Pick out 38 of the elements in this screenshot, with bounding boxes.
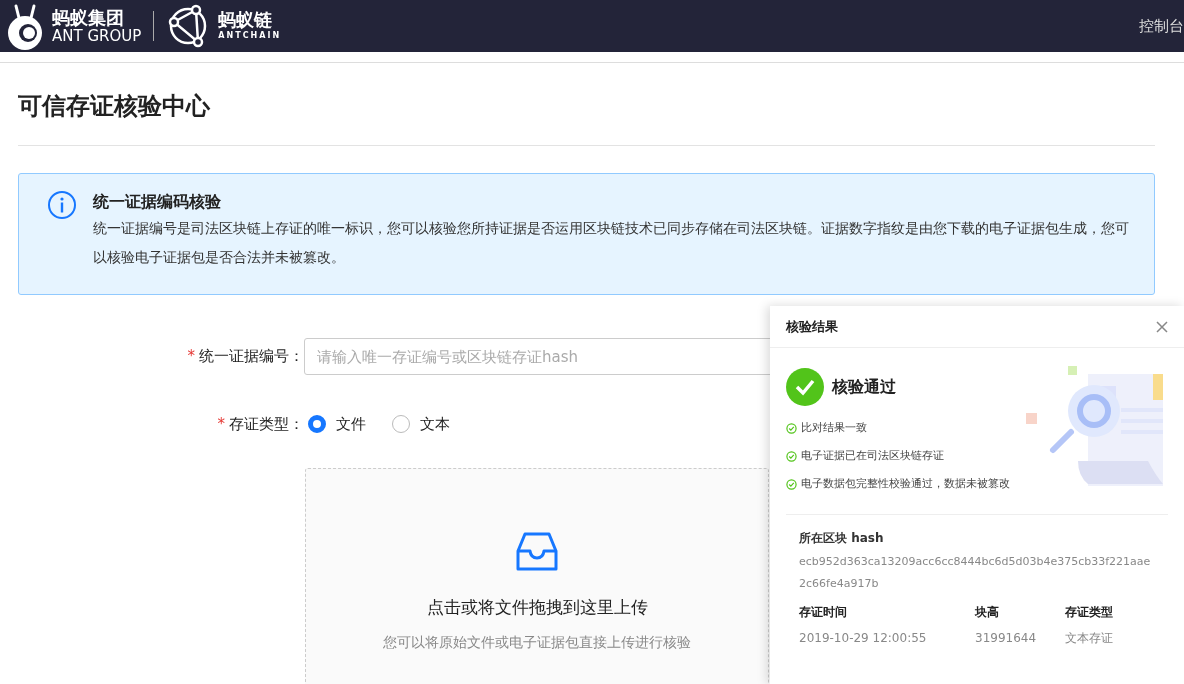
check-circle-icon bbox=[786, 422, 797, 434]
radio-option[interactable]: 文件 bbox=[304, 413, 366, 436]
inbox-icon bbox=[515, 530, 559, 573]
success-icon bbox=[786, 368, 824, 406]
close-icon[interactable] bbox=[1156, 320, 1168, 333]
check-item: 电子数据包完整性校验通过，数据未被篡改 bbox=[801, 476, 1010, 492]
brand-name: 蚂蚁集团 bbox=[52, 8, 125, 28]
required-mark: * bbox=[217, 415, 225, 433]
upload-dropzone[interactable]: 点击或将文件拖拽到这里上传 您可以将原始文件或电子证据包直接上传进行核验 bbox=[305, 467, 769, 684]
product-name: ANTCHAIN bbox=[218, 30, 282, 42]
meta-value: 2019-10-29 12:00:55 bbox=[799, 630, 928, 647]
meta-value: 文本存证 bbox=[1065, 630, 1113, 647]
meta-label: 存证类型 bbox=[1065, 604, 1113, 621]
radio-icon[interactable] bbox=[308, 415, 326, 434]
radio-option[interactable]: 文本 bbox=[388, 413, 450, 436]
check-circle-icon bbox=[786, 450, 797, 462]
console-link[interactable]: 控制台 bbox=[1139, 14, 1184, 38]
meta-label: 存证时间 bbox=[799, 604, 848, 621]
alert-title: 统一证据编码核验 bbox=[93, 191, 222, 213]
meta-value: 31991644 bbox=[975, 630, 1038, 647]
upload-title: 点击或将文件拖拽到这里上传 bbox=[426, 595, 648, 619]
field-label: 统一证据编号： bbox=[199, 347, 304, 366]
product-name: 蚂蚁链 bbox=[218, 10, 274, 30]
drawer-title: 核验结果 bbox=[786, 317, 838, 336]
check-item: 比对结果一致 bbox=[801, 420, 867, 436]
check-item: 电子证据已在司法区块链存证 bbox=[801, 448, 944, 464]
upload-hint: 您可以将原始文件或电子证据包直接上传进行核验 bbox=[383, 633, 691, 652]
brand-name: ANT GROUP bbox=[52, 28, 142, 44]
meta-label: 块高 bbox=[975, 604, 1000, 621]
check-circle-icon bbox=[786, 478, 797, 490]
field-label: 存证类型： bbox=[229, 415, 304, 433]
page-title: 可信存证核验中心 bbox=[18, 89, 1155, 146]
alert-description: 统一证据编号是司法区块链上存证的唯一标识，您可以核验您所持证据是否运用区块链技术已同步存储在司法区块链。证据数字指纹是由您下载的电子证据包生成，您可以核验电子证据包是否合法并未被篡改。 bbox=[93, 219, 1130, 267]
status-text: 核验通过 bbox=[832, 376, 896, 398]
required-mark: * bbox=[187, 347, 195, 366]
info-icon bbox=[47, 190, 77, 220]
hash-value: ecb952d363ca13209acc6cc8444bc6d5d03b4e375cb33f221aae2c66fe4a917b bbox=[799, 554, 1152, 592]
hash-label: 所在区块 hash bbox=[799, 530, 885, 547]
